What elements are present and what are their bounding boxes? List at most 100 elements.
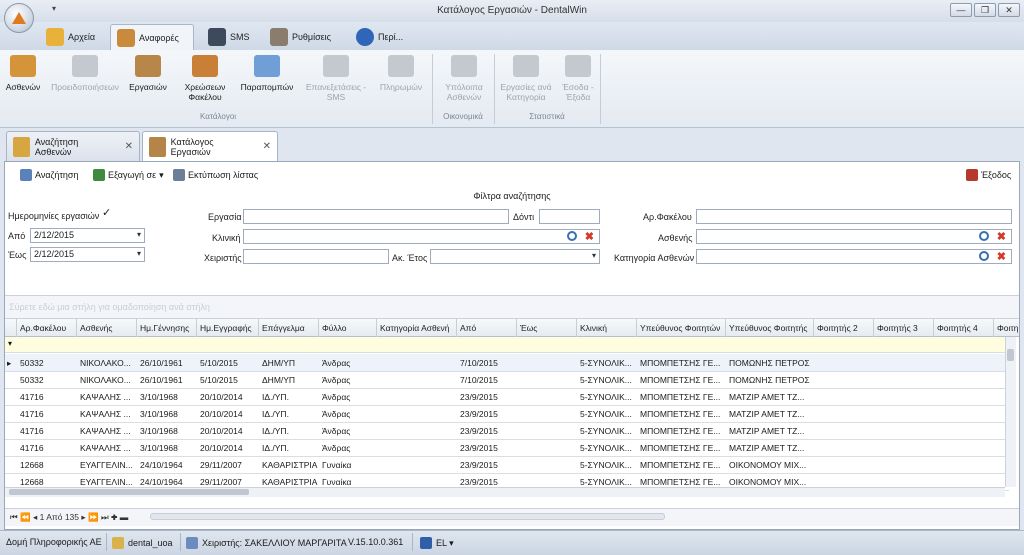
tab-about[interactable]: Περί... [350,24,409,50]
ribbon-button-label: Χρεώσεων Φακέλου [184,82,226,102]
work-label: Εργασία [208,212,242,222]
search-icon[interactable] [979,251,989,261]
search-button[interactable]: Αναζήτηση [20,169,78,181]
column-separator[interactable] [136,319,137,337]
column-header[interactable]: Από [460,323,476,333]
ribbon-folder-charges-button[interactable]: Χρεώσεων Φακέλου [180,55,230,102]
print-list-button[interactable]: Εκτύπωση λίστας [173,169,258,181]
patient-field[interactable]: ✖ [696,229,1012,244]
table-cell: 24/10/1964 [140,477,183,487]
tooth-field[interactable] [539,209,600,224]
column-header[interactable]: Φοιτητής 2 [817,323,858,333]
column-separator[interactable] [636,319,637,337]
column-header[interactable]: Αρ.Φακέλου [20,323,66,333]
status-separator [180,533,181,551]
column-header[interactable]: Έως [520,323,537,333]
table-row[interactable]: 41716 ΚΑΨΑΛΗΣ ... 3/10/1968 20/10/2014 ΙΔ./Υ… [5,405,1009,423]
table-row[interactable]: 41716 ΚΑΨΑΛΗΣ ... 3/10/1968 20/10/2014 ΙΔ./Υ… [5,439,1009,457]
column-header[interactable]: Φοιτητής 4 [937,323,978,333]
folder-number-field[interactable] [696,209,1012,224]
horizontal-scroll-thumb[interactable] [9,489,249,495]
column-header[interactable]: Φύλλο [322,323,347,333]
work-field[interactable] [243,209,509,224]
table-row[interactable]: 12668 ΕΥΑΓΓΕΛΙΝ... 24/10/1964 29/11/2007 ΚΑΘ… [5,456,1009,474]
table-row[interactable]: 41716 ΚΑΨΑΛΗΣ ... 3/10/1968 20/10/2014 ΙΔ./Υ… [5,388,1009,406]
exit-button[interactable]: Έξοδος [966,169,1011,181]
table-cell: 3/10/1968 [140,426,178,436]
close-tab-icon[interactable]: ✕ [125,141,133,152]
column-separator[interactable] [258,319,259,337]
dates-checkbox[interactable]: ✓ [102,208,113,220]
ribbon-warnings-button[interactable]: Προειδοποιήσεων [51,55,119,92]
column-separator[interactable] [76,319,77,337]
column-separator[interactable] [376,319,377,337]
to-date-picker[interactable]: 2/12/2015 [30,247,145,262]
column-header[interactable]: Ημ.Εγγραφής [200,323,252,333]
minimize-button[interactable]: — [950,3,972,17]
academic-year-select[interactable] [430,249,600,264]
column-header[interactable]: Ασθενής [80,323,113,333]
info-icon [356,28,374,46]
clipboard-icon [117,28,135,47]
ribbon-referrals-button[interactable]: Παραπομπών [238,55,296,92]
column-separator[interactable] [516,319,517,337]
ribbon-payments-button[interactable]: Πληρωμών [378,55,424,92]
column-separator[interactable] [933,319,934,337]
column-header[interactable]: Κατηγορία Ασθενή [380,323,449,333]
close-tab-icon[interactable]: ✕ [263,141,271,152]
column-separator[interactable] [813,319,814,337]
table-row[interactable]: 41716 ΚΑΨΑΛΗΣ ... 3/10/1968 20/10/2014 ΙΔ./Υ… [5,422,1009,440]
ribbon-patients-button[interactable]: Ασθενών [4,55,42,92]
patient-category-field[interactable]: ✖ [696,249,1012,264]
column-separator[interactable] [576,319,577,337]
search-icon[interactable] [567,231,577,241]
doc-tab-work-catalog[interactable]: Κατάλογος Εργασιών ✕ [142,131,278,161]
ribbon-button-label: Εργασίες ανά Κατηγορία [500,82,552,102]
column-header[interactable]: Φοιτητής 3 [877,323,918,333]
people-icon [10,55,36,77]
tab-reports[interactable]: Αναφορές [110,24,194,50]
column-header[interactable]: Επάγγελμα [262,323,305,333]
ribbon-works-button[interactable]: Εργασιών [126,55,170,92]
column-separator[interactable] [456,319,457,337]
operator-field[interactable] [243,249,389,264]
clear-icon[interactable]: ✖ [997,252,1006,263]
language-selector[interactable]: EL ▾ [420,537,454,549]
ribbon-income-expenses-button[interactable]: Έσοδα - Έξοδα [558,55,598,102]
column-separator[interactable] [725,319,726,337]
column-separator[interactable] [16,319,17,337]
app-menu-button[interactable] [4,3,34,33]
tab-settings[interactable]: Ρυθμίσεις [264,24,337,50]
export-button[interactable]: Εξαγωγή σε ▾ [93,169,164,181]
ribbon-balances-button[interactable]: Υπόλοιπα Ασθενών [436,55,492,102]
table-row[interactable]: 50332 ΝΙΚΟΛΑΚΟ... 26/10/1961 5/10/2015 ΔΗΜ/Υ… [5,371,1009,389]
column-header[interactable]: Ημ.Γέννησης [140,323,189,333]
from-date-picker[interactable]: 2/12/2015 [30,228,145,243]
restore-button[interactable]: ❐ [974,3,996,17]
vertical-scroll-thumb[interactable] [1007,349,1014,361]
record-navigator-controls[interactable]: ⏮ ⏪ ◂ 1 Από 135 ▸ ⏩ ⏭ ✚ ▬ [10,512,128,523]
table-cell: 26/10/1961 [140,358,183,368]
column-separator[interactable] [318,319,319,337]
search-icon[interactable] [979,231,989,241]
ribbon-reexams-sms-button[interactable]: Επανεξετάσεις - SMS [304,55,368,102]
table-row[interactable]: ▸ 50332 ΝΙΚΟΛΑΚΟ... 26/10/1961 5/10/2015 ΔΗΜ/… [5,354,1009,372]
tab-files[interactable]: Αρχεία [40,24,101,50]
column-header[interactable]: Κλινική [580,323,607,333]
clear-icon[interactable]: ✖ [997,232,1006,243]
column-header[interactable]: Υπεύθυνος Φοιτητών [640,323,720,333]
tab-sms[interactable]: SMS [202,24,256,50]
grid-filter-row[interactable]: ▾ [5,337,1009,353]
column-header[interactable]: Φοιτη [997,323,1018,333]
close-window-button[interactable]: ✕ [998,3,1020,17]
column-separator[interactable] [196,319,197,337]
navigator-scrollbar[interactable] [150,513,665,520]
clinic-field[interactable]: ✖ [243,229,600,244]
column-separator[interactable] [873,319,874,337]
phone-icon [208,28,226,46]
ribbon-works-per-category-button[interactable]: Εργασίες ανά Κατηγορία [496,55,556,102]
clear-icon[interactable]: ✖ [585,232,594,243]
column-header[interactable]: Υπεύθυνος Φοιτητής [729,323,807,333]
column-separator[interactable] [993,319,994,337]
doc-tab-patient-search[interactable]: Αναζήτηση Ασθενών ✕ [6,131,140,161]
